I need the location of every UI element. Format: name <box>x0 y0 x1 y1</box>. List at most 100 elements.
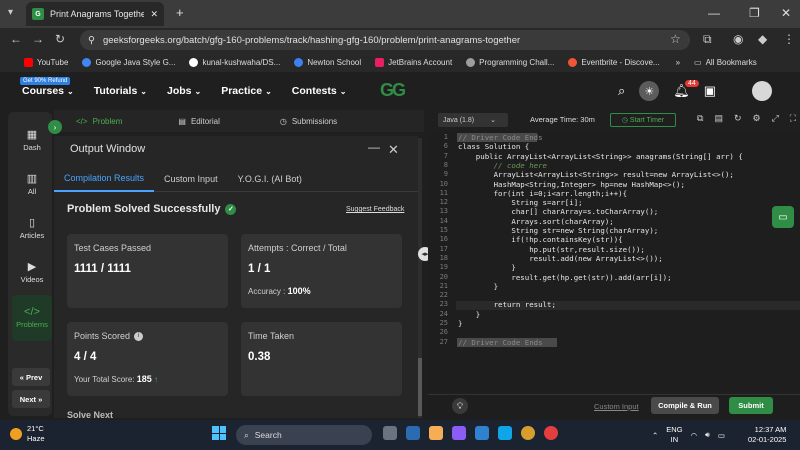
volume-icon[interactable]: 🔊︎ <box>705 430 710 440</box>
close-icon[interactable]: ✕ <box>388 142 399 158</box>
apps-icon[interactable]: ▣ <box>704 83 716 99</box>
gfg-logo[interactable]: GG <box>380 80 406 101</box>
code-line[interactable]: String str=new String(charArray); <box>458 226 658 235</box>
minimize-window-icon[interactable]: — <box>708 6 720 20</box>
forward-icon[interactable]: → <box>32 32 44 46</box>
tab-custom-input[interactable]: Custom Input <box>154 166 228 192</box>
code-line[interactable]: } <box>458 310 480 319</box>
code-line[interactable]: if(!hp.containsKey(str)){ <box>458 235 622 244</box>
code-line[interactable]: result.add(new ArrayList<>()); <box>458 254 663 263</box>
bookmark-programming[interactable]: Programming Chall... <box>466 57 554 67</box>
code-line[interactable]: } <box>458 319 462 328</box>
tab-close-icon[interactable]: ✕ <box>150 9 158 20</box>
site-info-icon[interactable]: ⚲ <box>88 35 95 46</box>
code-line[interactable]: // Driver Code Ends <box>458 133 543 142</box>
expand-sidebar-icon[interactable]: › <box>48 120 62 134</box>
app-icon[interactable] <box>406 426 420 440</box>
bookmark-star-icon[interactable]: ☆ <box>670 32 681 46</box>
chevron-up-icon[interactable]: ⌃ <box>652 431 658 440</box>
nav-courses[interactable]: Courses ⌄ <box>22 85 74 97</box>
info-icon[interactable]: i <box>134 331 144 341</box>
windows-start-icon[interactable] <box>212 426 226 440</box>
restore-window-icon[interactable]: ❐ <box>749 6 760 20</box>
code-line[interactable]: HashMap<String,Integer> hp=new HashMap<>… <box>458 180 685 189</box>
store-icon[interactable] <box>475 426 489 440</box>
tab-problem[interactable]: </> Problem <box>76 117 122 126</box>
tab-editorial[interactable]: ▤ Editorial <box>178 117 219 126</box>
code-line[interactable]: // Driver Code Ends <box>458 338 543 347</box>
nav-tutorials[interactable]: Tutorials ⌄ <box>94 85 147 97</box>
reset-icon[interactable]: ↻ <box>734 113 742 124</box>
taskbar-clock[interactable]: 12:37 AM 02-01-2025 <box>748 425 786 445</box>
chrome-profile-icon[interactable] <box>544 426 558 440</box>
bookmark-jetbrains[interactable]: JetBrains Account <box>375 57 452 67</box>
back-icon[interactable]: ← <box>10 32 22 46</box>
code-line[interactable]: } <box>458 263 515 272</box>
weather-widget[interactable]: 21°C Haze <box>10 424 45 444</box>
code-line[interactable]: result.get(hp.get(str)).add(arr[i]); <box>458 273 671 282</box>
url-input[interactable]: ⚲ geeksforgeeks.org/batch/gfg-160-proble… <box>80 30 690 50</box>
extension-icon[interactable]: ◆ <box>758 32 767 46</box>
taskbar-search[interactable]: ⌕ Search <box>236 425 372 445</box>
code-line[interactable]: Arrays.sort(charArray); <box>458 217 613 226</box>
sidebar-item-problems[interactable]: </> Problems <box>10 306 54 329</box>
wifi-icon[interactable]: ◠ <box>691 431 698 440</box>
all-bookmarks[interactable]: ▭ All Bookmarks <box>694 58 757 67</box>
code-line[interactable]: ArrayList<ArrayList<String>> result=new … <box>458 170 734 179</box>
profile-icon[interactable]: ◉ <box>733 32 743 46</box>
extensions-icon[interactable]: ⧉ <box>703 32 712 47</box>
code-line[interactable]: public ArrayList<ArrayList<String>> anag… <box>458 152 743 161</box>
code-line[interactable]: } <box>458 282 498 291</box>
custom-input-link[interactable]: Custom Input <box>594 402 639 411</box>
close-window-icon[interactable]: ✕ <box>781 6 791 20</box>
output-scrollbar-thumb[interactable] <box>418 358 422 416</box>
file-explorer-icon[interactable] <box>429 426 443 440</box>
minimize-icon[interactable]: — <box>368 140 380 154</box>
copy-icon[interactable]: ⧉ <box>697 113 703 124</box>
nav-contests[interactable]: Contests ⌄ <box>292 85 347 97</box>
new-tab-icon[interactable]: + <box>176 5 184 20</box>
sidebar-item-articles[interactable]: ▯ Articles <box>10 216 54 240</box>
code-line[interactable]: return result; <box>458 300 556 309</box>
code-line[interactable]: String s=arr[i]; <box>458 198 582 207</box>
code-line[interactable]: hp.put(str,result.size()); <box>458 245 645 254</box>
fullscreen-icon[interactable]: ⤢ <box>772 113 779 124</box>
avatar[interactable] <box>752 81 772 101</box>
copilot-icon[interactable] <box>452 426 466 440</box>
bookmark-eventbrite[interactable]: Eventbrite - Discove... <box>568 57 660 67</box>
bookmark-google-java[interactable]: Google Java Style G... <box>82 57 175 67</box>
suggest-feedback-link[interactable]: Suggest Feedback <box>346 206 404 213</box>
tab-compilation-results[interactable]: Compilation Results <box>54 166 155 192</box>
tab-menu-icon[interactable]: ▾ <box>8 7 13 18</box>
language-select[interactable]: Java (1.8) ⌄ <box>438 113 508 127</box>
tab-submissions[interactable]: ◷ Submissions <box>280 117 337 126</box>
code-line[interactable]: char[] charArray=s.toCharArray(); <box>458 207 658 216</box>
nav-jobs[interactable]: Jobs ⌄ <box>167 85 201 97</box>
next-button[interactable]: Next » <box>12 390 50 408</box>
search-icon[interactable]: ⌕ <box>618 83 625 99</box>
settings-icon[interactable]: ⚙ <box>753 113 761 124</box>
language-indicator[interactable]: ENG IN <box>666 425 682 445</box>
reload-icon[interactable]: ↻ <box>55 32 65 46</box>
bookmark-newton[interactable]: Newton School <box>294 57 361 67</box>
battery-icon[interactable]: ▭ <box>718 431 725 440</box>
code-line[interactable]: class Solution { <box>458 142 529 151</box>
document-icon[interactable]: ▤ <box>714 113 723 124</box>
nav-practice[interactable]: Practice ⌄ <box>221 85 272 97</box>
sidebar-item-all[interactable]: ▥ All <box>10 172 54 196</box>
task-view-icon[interactable] <box>383 426 397 440</box>
code-line[interactable]: // code here <box>458 161 547 170</box>
bookmarks-overflow-icon[interactable]: » <box>676 58 680 67</box>
theme-toggle-icon[interactable]: ☀ <box>639 81 660 101</box>
promo-badge[interactable]: Get 90% Refund <box>20 77 71 85</box>
sidebar-item-dash[interactable]: ▦ Dash <box>10 128 54 152</box>
prev-button[interactable]: « Prev <box>12 368 50 386</box>
bookmark-github[interactable]: kunal-kushwaha/DS... <box>189 57 280 67</box>
bookmark-youtube[interactable]: YouTube <box>24 57 68 67</box>
submit-button[interactable]: Submit <box>729 397 773 414</box>
compile-run-button[interactable]: Compile & Run <box>651 397 719 414</box>
browser-menu-icon[interactable]: ⋮ <box>783 32 795 46</box>
chat-icon[interactable]: ▭ <box>772 206 794 228</box>
tab-yogi-ai-bot[interactable]: Y.O.G.I. (AI Bot) <box>228 166 312 192</box>
edge-icon[interactable] <box>498 426 512 440</box>
